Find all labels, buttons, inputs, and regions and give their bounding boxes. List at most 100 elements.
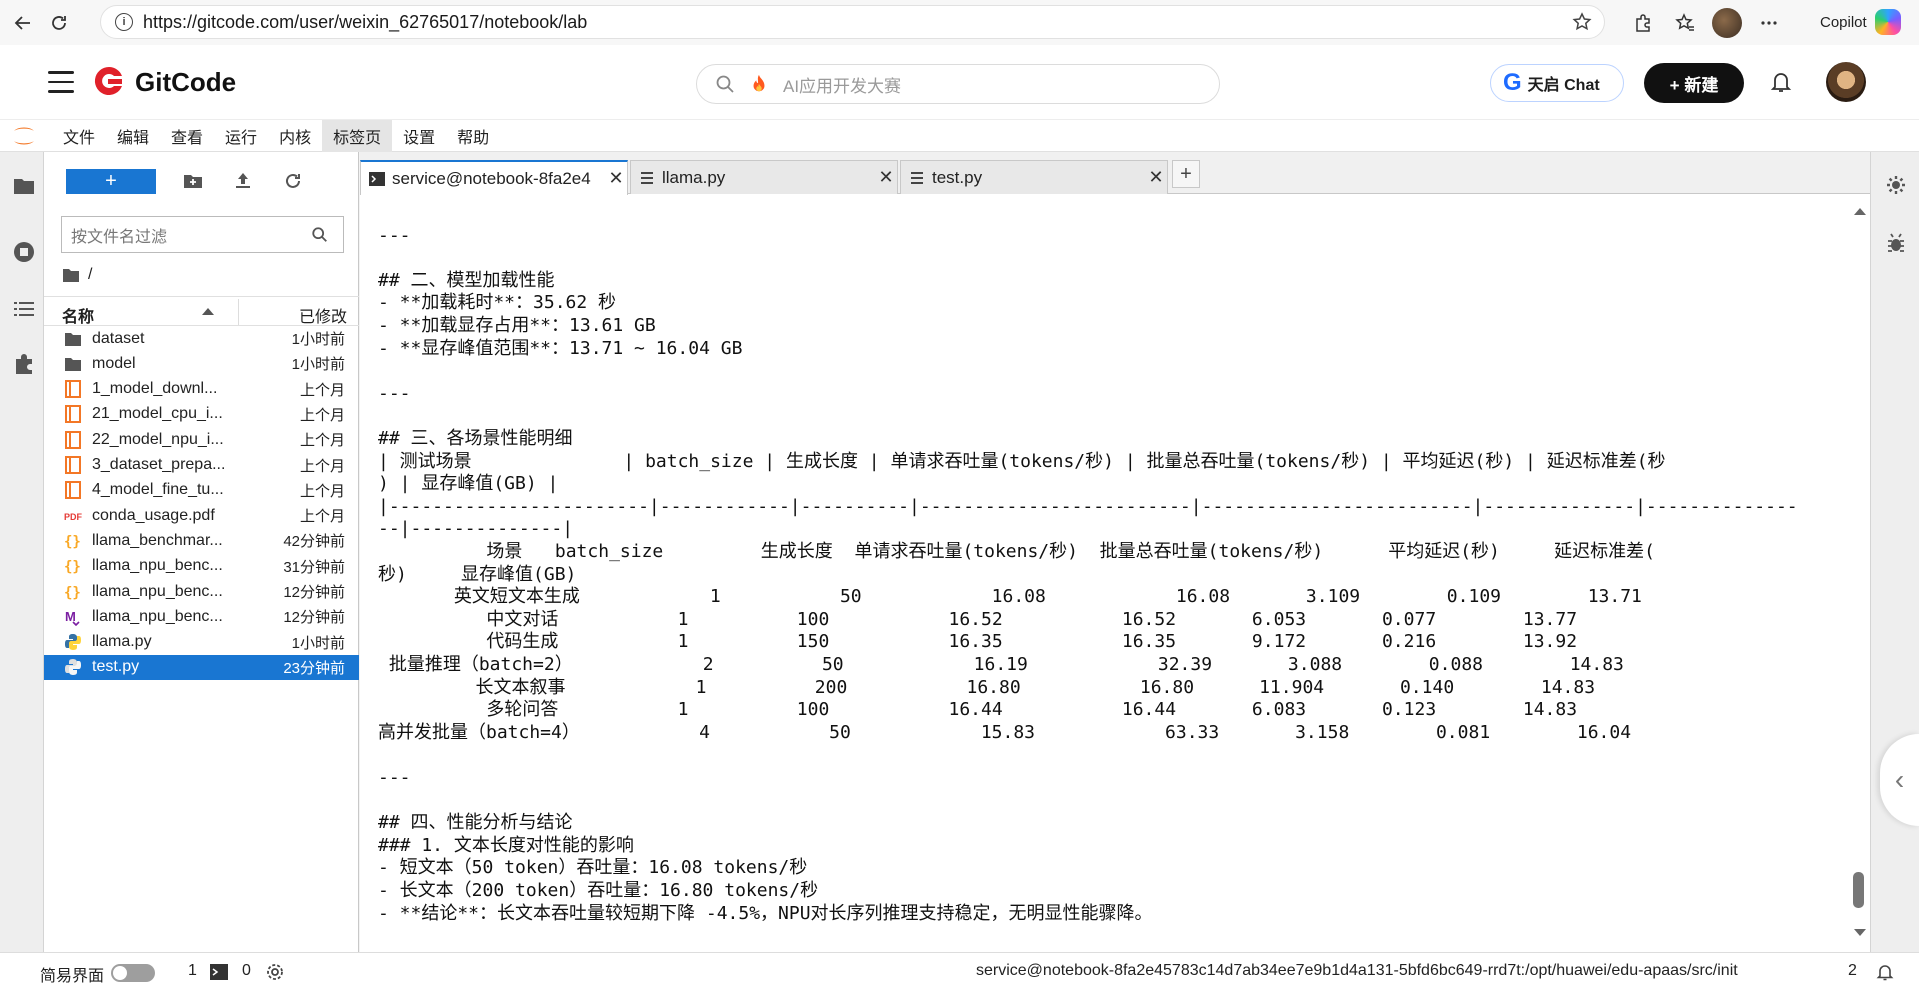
menu-kernel[interactable]: 内核 xyxy=(268,120,322,152)
file-row[interactable]: llama.py 1小时前 xyxy=(44,630,359,655)
close-icon[interactable]: ✕ xyxy=(875,167,897,188)
file-name: 21_model_cpu_i... xyxy=(92,405,223,423)
back-button[interactable] xyxy=(6,6,40,40)
reload-button[interactable] xyxy=(42,6,76,40)
favorites-icon xyxy=(1675,13,1694,31)
kernel-gear-icon[interactable] xyxy=(266,963,284,981)
column-modified[interactable]: 已修改 xyxy=(299,303,347,327)
file-row[interactable]: {} llama_benchmar... 42分钟前 xyxy=(44,528,359,553)
extension-puzzle-icon[interactable] xyxy=(12,352,36,376)
search-placeholder: AI应用开发大赛 xyxy=(783,76,902,96)
tab-test-py[interactable]: test.py ✕ xyxy=(900,160,1168,194)
tianqi-chat-button[interactable]: G 天启 Chat xyxy=(1490,64,1624,102)
property-inspector-gear-icon[interactable] xyxy=(1885,174,1907,196)
bell-icon[interactable] xyxy=(1876,963,1894,981)
terminal-line: 多轮问答 1 100 16.44 16.44 6.083 0.123 14.83 xyxy=(378,699,1578,721)
more-dots-icon xyxy=(1761,21,1777,25)
star-icon[interactable] xyxy=(1572,12,1592,32)
hamburger-menu-icon[interactable] xyxy=(48,71,74,93)
favorites-button[interactable] xyxy=(1668,6,1702,40)
sort-ascending-icon[interactable] xyxy=(202,308,214,315)
upload-icon[interactable] xyxy=(232,170,254,192)
terminal-line: 代码生成 1 150 16.35 16.35 9.172 0.216 13.92 xyxy=(378,631,1578,653)
folder-icon[interactable] xyxy=(12,174,36,198)
file-filter-input[interactable]: 按文件名过滤 xyxy=(61,216,344,253)
site-header: GitCode AI应用开发大赛 G 天启 Chat + 新建 xyxy=(0,45,1919,120)
close-icon[interactable]: ✕ xyxy=(605,168,627,189)
close-icon[interactable]: ✕ xyxy=(1145,167,1167,188)
menu-view[interactable]: 查看 xyxy=(160,120,214,152)
file-row[interactable]: 22_model_npu_i... 上个月 xyxy=(44,427,359,452)
more-button[interactable] xyxy=(1752,6,1786,40)
terminal-output[interactable]: --- ## 二、模型加载性能 - **加载耗时**：35.62 秒- **加载显存… xyxy=(378,202,1848,942)
refresh-icon[interactable] xyxy=(282,170,304,192)
brand-name[interactable]: GitCode xyxy=(135,67,236,98)
terminal-line: --- xyxy=(378,382,411,404)
breadcrumb-root: / xyxy=(88,266,93,283)
url-text: https://gitcode.com/user/weixin_62765017… xyxy=(143,11,588,32)
text-file-icon xyxy=(911,171,923,184)
file-row[interactable]: {} llama_npu_benc... 31分钟前 xyxy=(44,554,359,579)
tab-terminal[interactable]: service@notebook-8fa2e4 ✕ xyxy=(360,160,628,195)
browser-toolbar: i https://gitcode.com/user/weixin_627650… xyxy=(0,0,1919,45)
terminal-line: 中文对话 1 100 16.52 16.52 6.053 0.077 13.77 xyxy=(378,608,1578,630)
add-tab-button[interactable]: + xyxy=(1172,160,1200,188)
running-stop-icon[interactable] xyxy=(12,240,36,264)
terminal-line: 批量推理（batch=2） 2 50 16.19 32.39 3.088 0.0… xyxy=(378,654,1624,675)
kernel-count[interactable]: 1 xyxy=(188,962,197,980)
menu-settings[interactable]: 设置 xyxy=(392,120,446,152)
menu-tabs[interactable]: 标签页 xyxy=(322,119,393,152)
file-row[interactable]: 3_dataset_prepa... 上个月 xyxy=(44,453,359,478)
extensions-button[interactable] xyxy=(1626,6,1660,40)
tab-bar: service@notebook-8fa2e4 ✕ llama.py ✕ tes… xyxy=(360,152,1870,195)
tab-llama-py[interactable]: llama.py ✕ xyxy=(630,160,898,194)
file-modified: 12分钟前 xyxy=(283,584,345,601)
site-search-input[interactable]: AI应用开发大赛 xyxy=(696,64,1220,104)
terminal-icon[interactable] xyxy=(210,964,228,980)
terminal-line: ## 二、模型加载性能 xyxy=(378,269,555,291)
simple-mode-toggle[interactable] xyxy=(111,964,155,982)
terminal-line: |------------------------|------------|-… xyxy=(378,495,1798,517)
file-row[interactable]: Mllama_npu_benc... 12分钟前 xyxy=(44,604,359,629)
file-row[interactable]: dataset 1小时前 xyxy=(44,326,359,351)
toc-list-icon[interactable] xyxy=(12,297,36,321)
menu-edit[interactable]: 编辑 xyxy=(106,120,160,152)
file-name: model xyxy=(92,354,136,372)
file-row[interactable]: model 1小时前 xyxy=(44,351,359,376)
file-row[interactable]: 21_model_cpu_i... 上个月 xyxy=(44,402,359,427)
scroll-up-icon[interactable] xyxy=(1854,208,1866,215)
copilot-button[interactable]: Copilot xyxy=(1812,5,1916,39)
terminal-line: - **加载显存占用**：13.61 GB xyxy=(378,315,656,336)
site-info-icon[interactable]: i xyxy=(115,13,133,31)
file-modified: 23分钟前 xyxy=(283,659,345,677)
file-row[interactable]: test.py 23分钟前 xyxy=(44,654,359,680)
file-row[interactable]: {} llama_npu_benc... 12分钟前 xyxy=(44,579,359,604)
debugger-bug-icon[interactable] xyxy=(1885,232,1907,254)
menu-help[interactable]: 帮助 xyxy=(446,120,500,152)
new-launcher-button[interactable]: + xyxy=(66,169,156,194)
terminal-line: 英文短文本生成 1 50 16.08 16.08 3.109 0.109 13.… xyxy=(378,586,1642,608)
menu-run[interactable]: 运行 xyxy=(214,120,268,152)
terminal-line: ## 三、各场景性能明细 xyxy=(378,428,573,449)
terminal-line: | 测试场景 | batch_size | 生成长度 | 单请求吞吐量(toke… xyxy=(378,450,1666,472)
simple-mode-label: 简易界面 xyxy=(40,968,105,985)
breadcrumb[interactable]: / xyxy=(62,262,92,288)
bell-icon[interactable] xyxy=(1770,70,1792,94)
flame-icon xyxy=(753,74,765,92)
menu-file[interactable]: 文件 xyxy=(52,120,106,152)
profile-button[interactable] xyxy=(1710,6,1744,40)
scroll-thumb[interactable] xyxy=(1853,872,1864,908)
user-avatar[interactable] xyxy=(1826,62,1866,102)
tab-label: service@notebook-8fa2e4 xyxy=(392,168,591,188)
gitcode-logo-icon[interactable] xyxy=(92,64,126,98)
new-folder-icon[interactable] xyxy=(182,170,204,192)
column-name[interactable]: 名称 xyxy=(62,303,94,327)
file-row[interactable]: 4_model_fine_tu... 上个月 xyxy=(44,478,359,503)
address-bar[interactable]: i https://gitcode.com/user/weixin_627650… xyxy=(100,5,1605,39)
new-button[interactable]: + 新建 xyxy=(1644,63,1744,103)
scroll-down-icon[interactable] xyxy=(1854,929,1866,936)
file-row[interactable]: PDF conda_usage.pdf 上个月 xyxy=(44,503,359,528)
terminal-scrollbar[interactable] xyxy=(1850,202,1868,942)
file-row[interactable]: 1_model_downl... 上个月 xyxy=(44,377,359,402)
terminal-count[interactable]: 0 xyxy=(242,962,251,980)
